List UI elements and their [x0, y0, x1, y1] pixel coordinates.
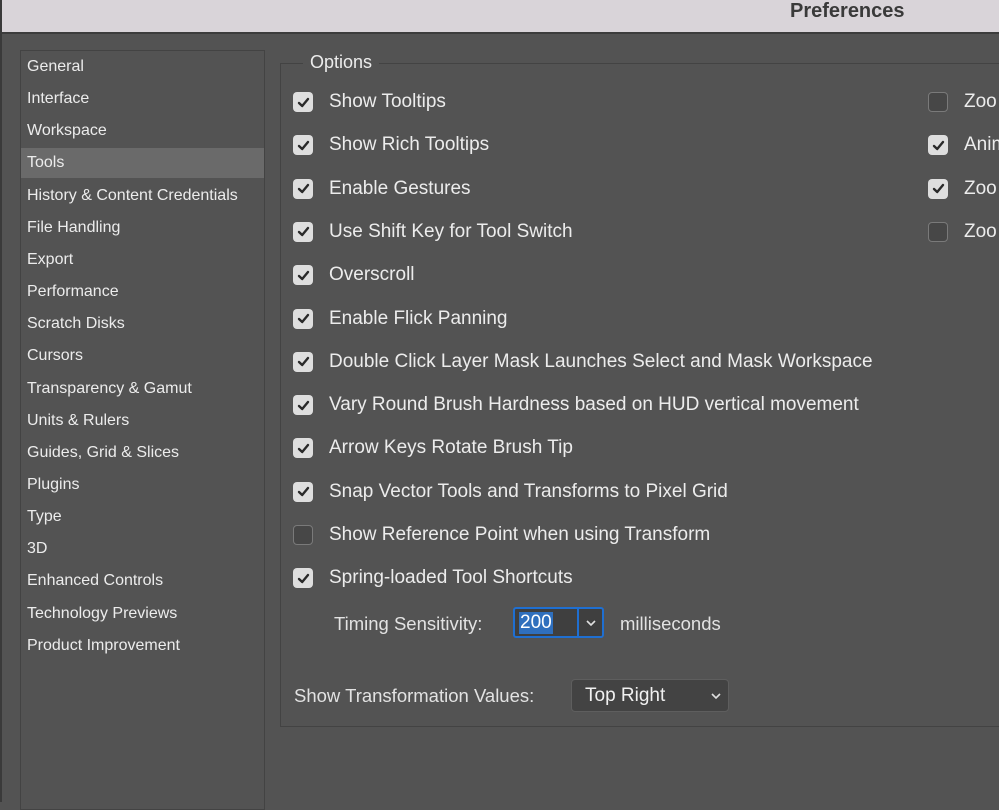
title-bar: Preferences: [2, 0, 999, 34]
timing-sensitivity-dropdown-button[interactable]: [579, 609, 602, 636]
sidebar-item-scratch-disks[interactable]: Scratch Disks: [21, 309, 264, 339]
timing-sensitivity-input[interactable]: 200: [515, 609, 579, 636]
checkbox[interactable]: [293, 178, 313, 199]
option-checkbox-row[interactable]: Use Shift Key for Tool Switch: [293, 220, 573, 244]
transformation-values-select[interactable]: Top Right: [571, 679, 729, 712]
option-checkbox-row[interactable]: Show Reference Point when using Transfor…: [293, 523, 710, 547]
sidebar-item-enhanced-controls[interactable]: Enhanced Controls: [21, 566, 264, 596]
sidebar-item-transparency-gamut[interactable]: Transparency & Gamut: [21, 374, 264, 404]
checkmark-icon: [297, 183, 309, 194]
checkbox[interactable]: [293, 308, 313, 329]
checkbox[interactable]: [293, 438, 313, 459]
option-checkbox-row[interactable]: Zoo: [928, 177, 997, 201]
transformation-values-label: Show Transformation Values:: [294, 685, 535, 706]
timing-sensitivity-combobox: 200: [513, 607, 604, 638]
option-checkbox-row[interactable]: Anim: [928, 133, 999, 157]
sidebar-item-3d[interactable]: 3D: [21, 534, 264, 564]
checkmark-icon: [297, 97, 309, 107]
window-title: Preferences: [790, 0, 905, 22]
checkbox-label: Show Tooltips: [329, 91, 446, 112]
checkmark-icon: [297, 357, 309, 367]
checkbox-label: Double Click Layer Mask Launches Select …: [329, 350, 873, 372]
checkbox-label: Snap Vector Tools and Transforms to Pixe…: [329, 480, 728, 502]
checkbox-label: Anim: [964, 134, 999, 156]
checkbox-label: Zoo: [964, 177, 997, 199]
checkmark-icon: [932, 140, 944, 150]
chevron-down-icon: [711, 692, 721, 699]
chevron-down-icon: [585, 619, 596, 626]
option-checkbox-row[interactable]: Enable Gestures: [293, 177, 471, 201]
sidebar-item-history-content-credentials[interactable]: History & Content Credentials: [21, 181, 264, 211]
sidebar-item-workspace[interactable]: Workspace: [21, 116, 264, 146]
sidebar-item-tools[interactable]: Tools: [21, 148, 264, 179]
option-checkbox-row[interactable]: Snap Vector Tools and Transforms to Pixe…: [293, 480, 728, 504]
checkbox[interactable]: [293, 525, 313, 545]
sidebar-item-plugins[interactable]: Plugins: [21, 470, 264, 500]
checkbox-label: Overscroll: [329, 264, 415, 286]
checkmark-icon: [297, 400, 309, 410]
option-checkbox-row[interactable]: Zoo: [928, 90, 997, 114]
checkbox-label: Use Shift Key for Tool Switch: [329, 220, 573, 242]
checkmark-icon: [297, 140, 309, 150]
sidebar-item-units-rulers[interactable]: Units & Rulers: [21, 406, 264, 436]
sidebar-item-export[interactable]: Export: [21, 245, 264, 275]
option-checkbox-row[interactable]: Overscroll: [293, 263, 415, 287]
sidebar-item-file-handling[interactable]: File Handling: [21, 213, 264, 243]
transformation-values-selected: Top Right: [585, 684, 666, 706]
sidebar-item-guides-grid-slices[interactable]: Guides, Grid & Slices: [21, 438, 264, 468]
timing-sensitivity-value: 200: [519, 611, 553, 634]
option-checkbox-row[interactable]: Show Rich Tooltips: [293, 133, 489, 157]
checkbox-label: Zoo: [964, 220, 997, 242]
sidebar-item-general[interactable]: General: [21, 52, 264, 82]
timing-sensitivity-label: Timing Sensitivity:: [334, 613, 483, 634]
preferences-sidebar: General Interface Workspace Tools History & …: [20, 50, 265, 810]
option-checkbox-row[interactable]: Zoo: [928, 220, 997, 244]
option-checkbox-row[interactable]: Vary Round Brush Hardness based on HUD v…: [293, 393, 859, 417]
checkbox[interactable]: [928, 178, 948, 199]
checkmark-icon: [297, 313, 309, 324]
options-legend: Options: [303, 51, 380, 73]
timing-units-label: milliseconds: [620, 613, 721, 634]
checkbox[interactable]: [293, 221, 313, 242]
checkbox[interactable]: [293, 481, 313, 502]
preferences-window: Preferences General Interface Workspace Too…: [0, 0, 999, 810]
sidebar-item-technology-previews[interactable]: Technology Previews: [21, 599, 264, 629]
checkmark-icon: [932, 183, 944, 194]
checkbox[interactable]: [293, 568, 313, 589]
checkbox-label: Show Reference Point when using Transfor…: [329, 524, 711, 545]
checkmark-icon: [297, 486, 309, 497]
checkbox-label: Show Rich Tooltips: [329, 134, 490, 156]
checkbox-label: Enable Flick Panning: [329, 307, 508, 329]
sidebar-item-performance[interactable]: Performance: [21, 277, 264, 307]
checkbox[interactable]: [928, 135, 948, 156]
checkmark-icon: [297, 443, 309, 454]
checkbox-label: Vary Round Brush Hardness based on HUD v…: [329, 394, 859, 416]
checkbox-label: Enable Gestures: [329, 177, 471, 199]
option-checkbox-row[interactable]: Arrow Keys Rotate Brush Tip: [293, 436, 573, 460]
checkbox[interactable]: [293, 395, 313, 416]
checkbox[interactable]: [293, 92, 313, 112]
checkbox-label: Zoo: [964, 91, 997, 112]
sidebar-item-type[interactable]: Type: [21, 502, 264, 532]
checkbox[interactable]: [928, 92, 948, 112]
checkbox[interactable]: [293, 351, 313, 372]
option-checkbox-row[interactable]: Double Click Layer Mask Launches Select …: [293, 350, 873, 374]
checkbox-label: Spring-loaded Tool Shortcuts: [329, 567, 573, 589]
sidebar-item-product-improvement[interactable]: Product Improvement: [21, 631, 264, 661]
option-checkbox-row[interactable]: Enable Flick Panning: [293, 307, 508, 331]
checkmark-icon: [297, 270, 309, 280]
checkmark-icon: [297, 573, 309, 583]
checkbox-label: Arrow Keys Rotate Brush Tip: [329, 437, 573, 459]
checkbox[interactable]: [928, 221, 948, 242]
checkbox[interactable]: [293, 265, 313, 286]
option-checkbox-row[interactable]: Spring-loaded Tool Shortcuts: [293, 566, 573, 590]
checkmark-icon: [297, 227, 309, 237]
sidebar-item-cursors[interactable]: Cursors: [21, 341, 264, 371]
sidebar-item-interface[interactable]: Interface: [21, 84, 264, 114]
checkbox[interactable]: [293, 135, 313, 156]
option-checkbox-row[interactable]: Show Tooltips: [293, 90, 446, 114]
